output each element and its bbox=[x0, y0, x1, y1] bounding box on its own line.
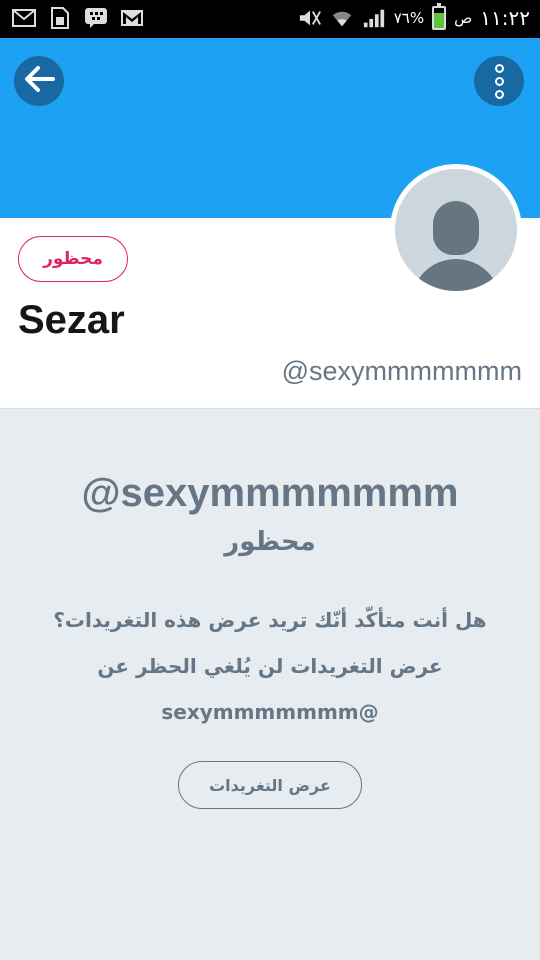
clock: ١١:٢٢ bbox=[480, 6, 530, 30]
battery-icon bbox=[432, 3, 447, 30]
display-name: Sezar bbox=[18, 298, 125, 342]
notice-status: محظور bbox=[224, 527, 316, 557]
battery-percent: ٧٦% bbox=[393, 9, 425, 27]
signal-icon bbox=[362, 8, 386, 28]
mute-icon bbox=[298, 8, 322, 28]
sim-card-icon bbox=[48, 7, 72, 29]
blocked-badge[interactable]: محظور bbox=[18, 236, 128, 282]
battery-fill bbox=[434, 12, 445, 28]
default-avatar-icon bbox=[395, 169, 517, 291]
am-pm: ص bbox=[454, 9, 473, 27]
more-options-button[interactable] bbox=[474, 56, 524, 106]
mail-icon bbox=[12, 8, 36, 28]
gmail-icon bbox=[120, 8, 144, 28]
notice-handle: @sexymmmmmmm bbox=[81, 471, 459, 515]
profile-handle: @sexymmmmmmm bbox=[281, 356, 522, 386]
arrow-left-icon bbox=[23, 65, 55, 97]
notice-message: هل أنت متأكّد أنّك تريد عرض هذه التغريدا… bbox=[53, 608, 487, 724]
status-bar: ٧٦% ص ١١:٢٢ bbox=[0, 0, 540, 38]
blocked-notice: @sexymmmmmmm محظور هل أنت متأكّد أنّك تر… bbox=[0, 409, 540, 960]
profile-screen: ٧٦% ص ١١:٢٢ محظور Sezar @sexymmmmmmm @se… bbox=[0, 0, 540, 960]
wifi-icon bbox=[330, 8, 354, 28]
bbm-icon bbox=[84, 8, 108, 28]
view-tweets-button[interactable]: عرض التغريدات bbox=[178, 761, 362, 809]
avatar[interactable] bbox=[390, 164, 522, 296]
more-vertical-icon bbox=[494, 63, 504, 99]
back-button[interactable] bbox=[14, 56, 64, 106]
